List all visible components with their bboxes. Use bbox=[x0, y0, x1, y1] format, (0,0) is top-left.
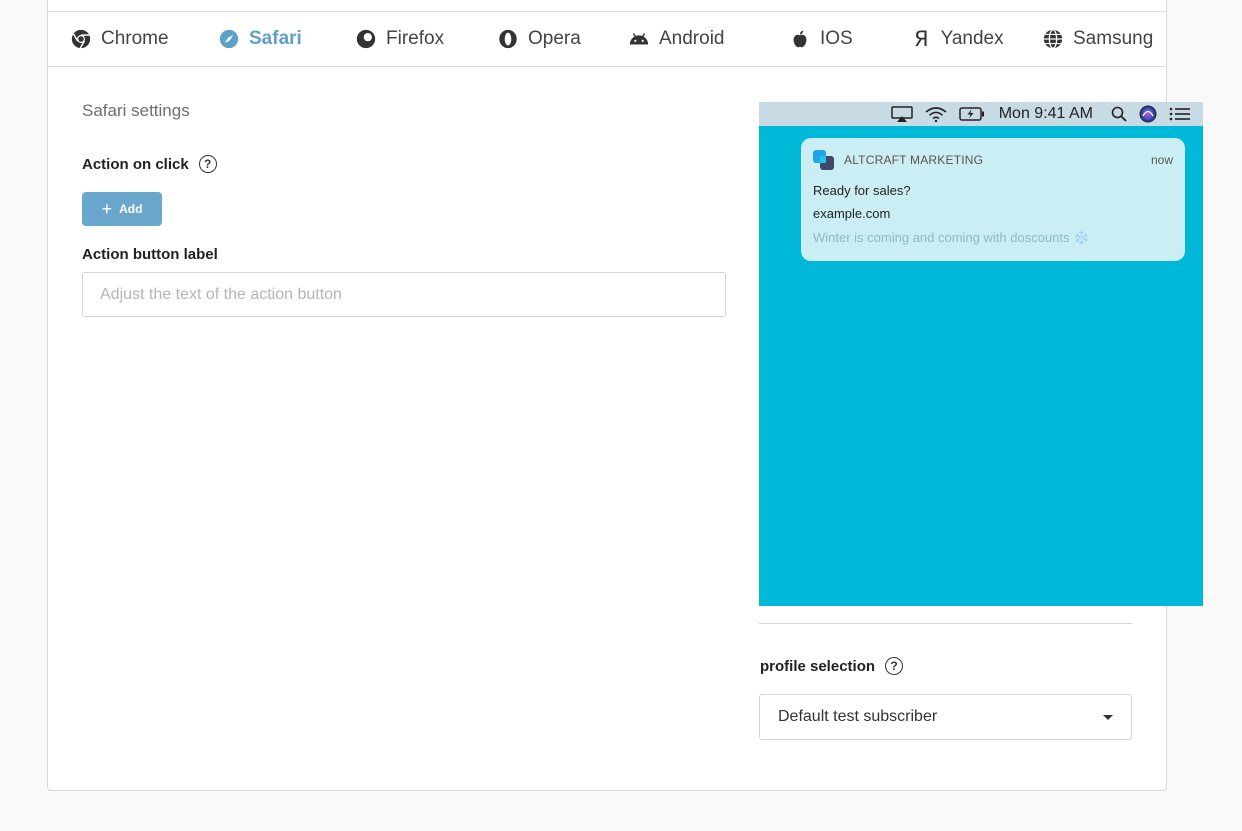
tab-label: Opera bbox=[528, 28, 581, 49]
tab-label: Firefox bbox=[386, 28, 445, 49]
airplay-icon bbox=[890, 106, 913, 122]
add-button-label: Add bbox=[119, 202, 143, 216]
safari-icon bbox=[219, 29, 239, 49]
settings-heading: Safari settings bbox=[82, 101, 190, 120]
chrome-icon bbox=[71, 29, 91, 49]
notification-preview: Mon 9:41 AM ALTCRAFT MARKETING now Ready… bbox=[759, 102, 1203, 606]
opera-icon bbox=[499, 29, 517, 49]
notification-card: ALTCRAFT MARKETING now Ready for sales? … bbox=[801, 138, 1185, 261]
tab-firefox[interactable]: Firefox bbox=[355, 12, 444, 66]
browser-tabs: Chrome Safari Firefox Opera Android IOS … bbox=[48, 11, 1166, 67]
notification-app-name: ALTCRAFT MARKETING bbox=[844, 153, 984, 167]
battery-icon bbox=[958, 107, 985, 121]
apple-icon bbox=[793, 30, 807, 48]
action-button-label-heading: Action button label bbox=[82, 246, 218, 263]
globe-icon bbox=[1043, 29, 1063, 49]
tab-label: Yandex bbox=[940, 28, 1004, 49]
help-icon[interactable]: ? bbox=[198, 155, 217, 173]
macos-menubar: Mon 9:41 AM bbox=[759, 102, 1203, 126]
action-button-label-text: Action button label bbox=[82, 246, 218, 263]
add-action-button[interactable]: + Add bbox=[82, 192, 162, 226]
tab-safari[interactable]: Safari bbox=[218, 12, 302, 66]
tab-android[interactable]: Android bbox=[628, 12, 725, 66]
tab-label: Chrome bbox=[101, 28, 169, 49]
notification-time: now bbox=[1150, 153, 1173, 167]
tab-chrome[interactable]: Chrome bbox=[70, 12, 169, 66]
action-button-label-input[interactable] bbox=[82, 272, 726, 317]
action-on-click-label: Action on click ? bbox=[82, 155, 217, 173]
tab-label: IOS bbox=[820, 28, 853, 49]
android-icon bbox=[629, 33, 649, 45]
tab-yandex[interactable]: Я Yandex bbox=[914, 12, 1004, 66]
profile-select-value: Default test subscriber bbox=[778, 708, 938, 725]
help-icon[interactable]: ? bbox=[885, 657, 904, 675]
tab-label: Safari bbox=[249, 28, 302, 49]
tab-opera[interactable]: Opera bbox=[497, 12, 581, 66]
divider bbox=[759, 623, 1132, 624]
siri-icon bbox=[1139, 105, 1157, 123]
notification-title: Ready for sales? bbox=[813, 183, 911, 198]
firefox-icon bbox=[356, 29, 376, 49]
wifi-icon bbox=[925, 106, 947, 122]
notification-site: example.com bbox=[813, 206, 891, 221]
yandex-icon: Я bbox=[914, 27, 929, 51]
menubar-clock: Mon 9:41 AM bbox=[998, 105, 1093, 122]
profile-select[interactable]: Default test subscriber bbox=[759, 694, 1132, 740]
chevron-down-icon bbox=[1103, 714, 1113, 720]
tab-label: Android bbox=[659, 28, 725, 49]
tab-ios[interactable]: IOS bbox=[789, 12, 853, 66]
action-on-click-text: Action on click bbox=[82, 155, 189, 173]
notification-body: Winter is coming and coming with doscoun… bbox=[813, 230, 1090, 245]
profile-selection-label: profile selection ? bbox=[760, 657, 904, 675]
profile-selection-text: profile selection bbox=[760, 657, 876, 675]
tab-label: Samsung bbox=[1073, 28, 1154, 49]
search-icon bbox=[1111, 106, 1127, 122]
tab-samsung[interactable]: Samsung bbox=[1042, 12, 1153, 66]
plus-icon: + bbox=[101, 199, 113, 219]
altcraft-logo-icon bbox=[813, 150, 834, 170]
list-icon bbox=[1169, 107, 1191, 121]
